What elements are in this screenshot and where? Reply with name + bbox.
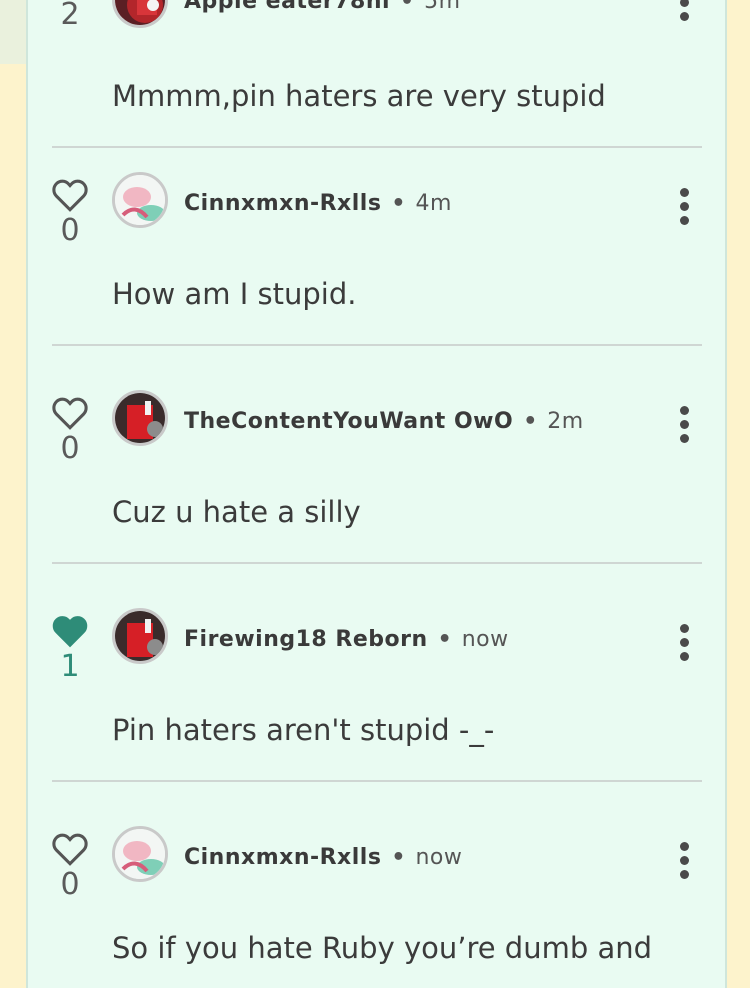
more-options-icon[interactable] — [674, 840, 694, 880]
like-count: 1 — [60, 649, 80, 684]
timestamp: now — [461, 627, 509, 652]
avatar-image — [115, 393, 165, 443]
heart-outline-icon — [52, 397, 88, 430]
username[interactable]: Apple eater78hi — [184, 0, 390, 14]
comment-text: So if you hate Ruby you’re dumb and — [112, 931, 653, 965]
separator-dot: • — [400, 0, 415, 14]
username[interactable]: TheContentYouWant OwO — [184, 409, 513, 434]
more-options-icon[interactable] — [674, 186, 694, 226]
more-options-icon[interactable] — [674, 0, 694, 22]
comment-meta: Cinnxmxn-Rxlls • now — [184, 844, 462, 872]
comments-page: 2 Apple eater78hi • 5m Mmmm,pin haters are… — [0, 0, 750, 988]
heart-outline-icon — [52, 179, 88, 212]
comment-meta: Cinnxmxn-Rxlls • 4m — [184, 190, 452, 218]
divider — [52, 146, 702, 148]
more-options-icon[interactable] — [674, 622, 694, 662]
background-strip — [0, 0, 26, 64]
avatar-image — [115, 175, 165, 225]
separator-dot: • — [391, 845, 406, 870]
separator-dot: • — [523, 409, 538, 434]
like-button[interactable]: 0 — [50, 832, 90, 900]
heart-filled-icon — [52, 616, 88, 648]
more-options-icon[interactable] — [674, 404, 694, 444]
avatar[interactable] — [112, 0, 168, 28]
username[interactable]: Cinnxmxn-Rxlls — [184, 191, 381, 216]
avatar[interactable] — [112, 608, 168, 664]
avatar[interactable] — [112, 390, 168, 446]
timestamp: 2m — [547, 409, 584, 434]
comment-meta: TheContentYouWant OwO • 2m — [184, 408, 584, 436]
comment-meta: Firewing18 Reborn • now — [184, 626, 509, 654]
divider — [52, 780, 702, 782]
username[interactable]: Firewing18 Reborn — [184, 627, 428, 652]
heart-outline-icon — [52, 833, 88, 866]
like-button[interactable]: 1 — [50, 614, 90, 682]
comment-text: Cuz u hate a silly — [112, 495, 361, 529]
avatar-image — [115, 611, 165, 661]
avatar[interactable] — [112, 826, 168, 882]
comment-text: Mmmm,pin haters are very stupid — [112, 79, 606, 113]
like-count: 2 — [60, 0, 80, 32]
like-button[interactable]: 0 — [50, 396, 90, 464]
separator-dot: • — [391, 191, 406, 216]
separator-dot: • — [437, 627, 452, 652]
avatar-image — [115, 0, 165, 25]
like-count: 0 — [60, 213, 80, 248]
like-button[interactable]: 2 — [50, 0, 90, 30]
avatar[interactable] — [112, 172, 168, 228]
divider — [52, 562, 702, 564]
like-button[interactable]: 0 — [50, 178, 90, 246]
username[interactable]: Cinnxmxn-Rxlls — [184, 845, 381, 870]
comments-panel: 2 Apple eater78hi • 5m Mmmm,pin haters are… — [26, 0, 727, 988]
like-count: 0 — [60, 431, 80, 466]
timestamp: 4m — [415, 191, 452, 216]
divider — [52, 344, 702, 346]
avatar-image — [115, 829, 165, 879]
timestamp: now — [415, 845, 463, 870]
timestamp: 5m — [424, 0, 461, 14]
comment-text: Pin haters aren't stupid -_- — [112, 713, 495, 747]
like-count: 0 — [60, 867, 80, 902]
comment-text: How am I stupid. — [112, 277, 357, 311]
comment-meta: Apple eater78hi • 5m — [184, 0, 461, 16]
